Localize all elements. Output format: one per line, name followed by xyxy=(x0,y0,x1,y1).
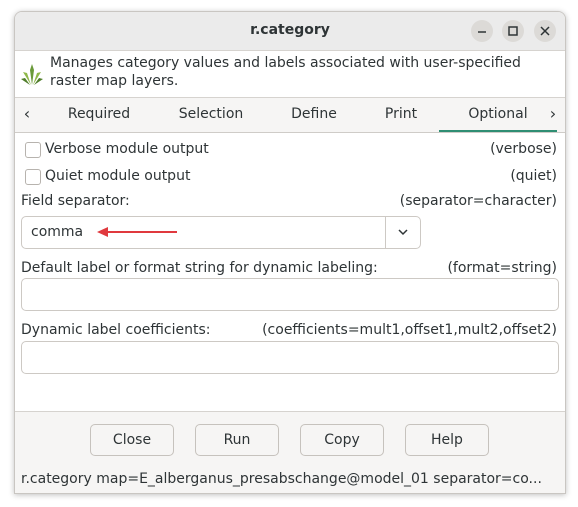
format-input[interactable] xyxy=(21,278,559,311)
help-button[interactable]: Help xyxy=(405,424,489,456)
quiet-label[interactable]: Quiet module output xyxy=(45,168,190,184)
optional-panel: Verbose module output (verbose) Quiet mo… xyxy=(15,133,565,412)
chevron-down-icon xyxy=(398,229,408,236)
close-icon xyxy=(540,26,550,36)
command-line-preview: r.category map=E_alberganus_presabschang… xyxy=(21,471,542,487)
close-window-button[interactable] xyxy=(534,20,556,42)
maximize-icon xyxy=(508,26,518,36)
run-button[interactable]: Run xyxy=(195,424,279,456)
separator-combo[interactable]: comma xyxy=(21,216,421,249)
minimize-icon xyxy=(478,31,486,33)
quiet-flag: (quiet) xyxy=(510,168,557,184)
format-label: Default label or format string for dynam… xyxy=(21,260,378,276)
coefficients-param: (coefficients=mult1,offset1,mult2,offset… xyxy=(262,322,557,338)
format-param: (format=string) xyxy=(447,260,557,276)
tab-next-arrow[interactable]: › xyxy=(543,98,563,132)
module-description: Manages category values and labels assoc… xyxy=(15,51,565,98)
maximize-button[interactable] xyxy=(502,20,524,42)
grass-icon xyxy=(21,64,43,85)
close-button[interactable]: Close xyxy=(90,424,174,456)
tab-define[interactable]: Define xyxy=(267,98,361,132)
separator-value[interactable]: comma xyxy=(31,224,83,240)
tab-selection[interactable]: Selection xyxy=(155,98,267,132)
red-arrow-icon xyxy=(97,227,177,237)
coefficients-input[interactable] xyxy=(21,341,559,374)
separator-dropdown-button[interactable] xyxy=(385,217,420,248)
tab-required[interactable]: Required xyxy=(43,98,155,132)
separator-label: Field separator: xyxy=(21,193,130,209)
tab-bar: ‹ Required Selection Define Print Option… xyxy=(15,98,565,133)
copy-button[interactable]: Copy xyxy=(300,424,384,456)
title-bar[interactable]: r.category xyxy=(15,12,565,51)
description-text: Manages category values and labels assoc… xyxy=(50,55,521,89)
tab-optional[interactable]: Optional xyxy=(439,98,557,132)
minimize-button[interactable] xyxy=(471,20,493,42)
tab-print[interactable]: Print xyxy=(361,98,441,132)
quiet-checkbox[interactable] xyxy=(25,169,41,185)
verbose-checkbox[interactable] xyxy=(25,142,41,158)
verbose-flag: (verbose) xyxy=(490,141,557,157)
verbose-label[interactable]: Verbose module output xyxy=(45,141,209,157)
tab-prev-arrow[interactable]: ‹ xyxy=(17,98,37,132)
dialog-window: r.category Manages category values and l… xyxy=(14,11,566,494)
separator-param: (separator=character) xyxy=(399,193,557,209)
coefficients-label: Dynamic label coefficients: xyxy=(21,322,211,338)
